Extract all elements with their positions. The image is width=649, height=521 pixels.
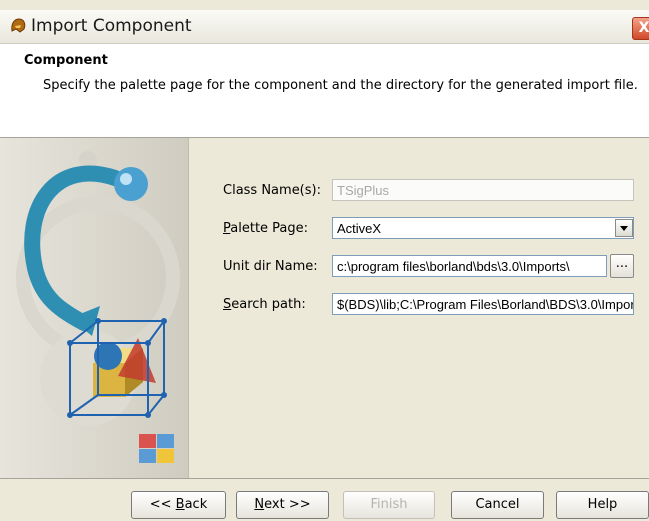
help-button[interactable]: Help [556,491,649,519]
search-path-field[interactable]: $(BDS)\lib;C:\Program Files\Borland\BDS\… [332,293,634,315]
wizard-illustration [16,151,180,463]
palette-page-value: ActiveX [337,221,382,236]
class-name-label: Class Name(s): [223,183,321,198]
wizard-body: Class Name(s): TSigPlus Palette Page: Ac… [189,138,649,478]
next-button[interactable]: Next >> [236,491,329,519]
wizard-footer: << Back Next >> Finish Cancel Help [0,478,649,521]
windows-tile-icon [139,434,174,463]
next-button-rest: ext >> [264,497,311,512]
palette-page-label-rest: alette Page: [230,221,309,236]
palette-page-select[interactable]: ActiveX [332,217,634,239]
palette-page-dropdown-button[interactable] [615,219,633,237]
next-button-accel: N [254,497,265,512]
page-description: Specify the palette page for the compone… [43,78,638,93]
close-button[interactable]: X [632,17,649,40]
wizard-header: Component Specify the palette page for t… [0,44,649,138]
window-title: Import Component [31,16,192,36]
wizard-side-image [0,138,189,478]
chevron-down-icon [620,226,628,231]
unit-dir-field[interactable]: c:\program files\borland\bds\3.0\Imports… [332,255,607,277]
page-title: Component [24,53,108,68]
palette-page-label: Palette Page: [223,221,308,236]
search-path-label: Search path: [223,297,306,312]
unit-dir-label: Unit dir Name: [223,259,318,274]
back-button[interactable]: << Back [131,491,226,519]
back-button-prefix: << [149,497,176,512]
finish-button[interactable]: Finish [343,491,435,519]
class-name-field: TSigPlus [332,179,634,201]
browse-button[interactable]: ... [610,254,634,278]
back-button-accel: B [175,497,185,512]
search-path-label-rest: earch path: [231,297,306,312]
back-button-rest: ack [184,497,208,512]
cancel-button[interactable]: Cancel [451,491,544,519]
component-helmet-icon [11,18,26,33]
title-bar: Import Component X [0,10,649,44]
import-component-dialog: Import Component X Component Specify the… [0,0,649,521]
